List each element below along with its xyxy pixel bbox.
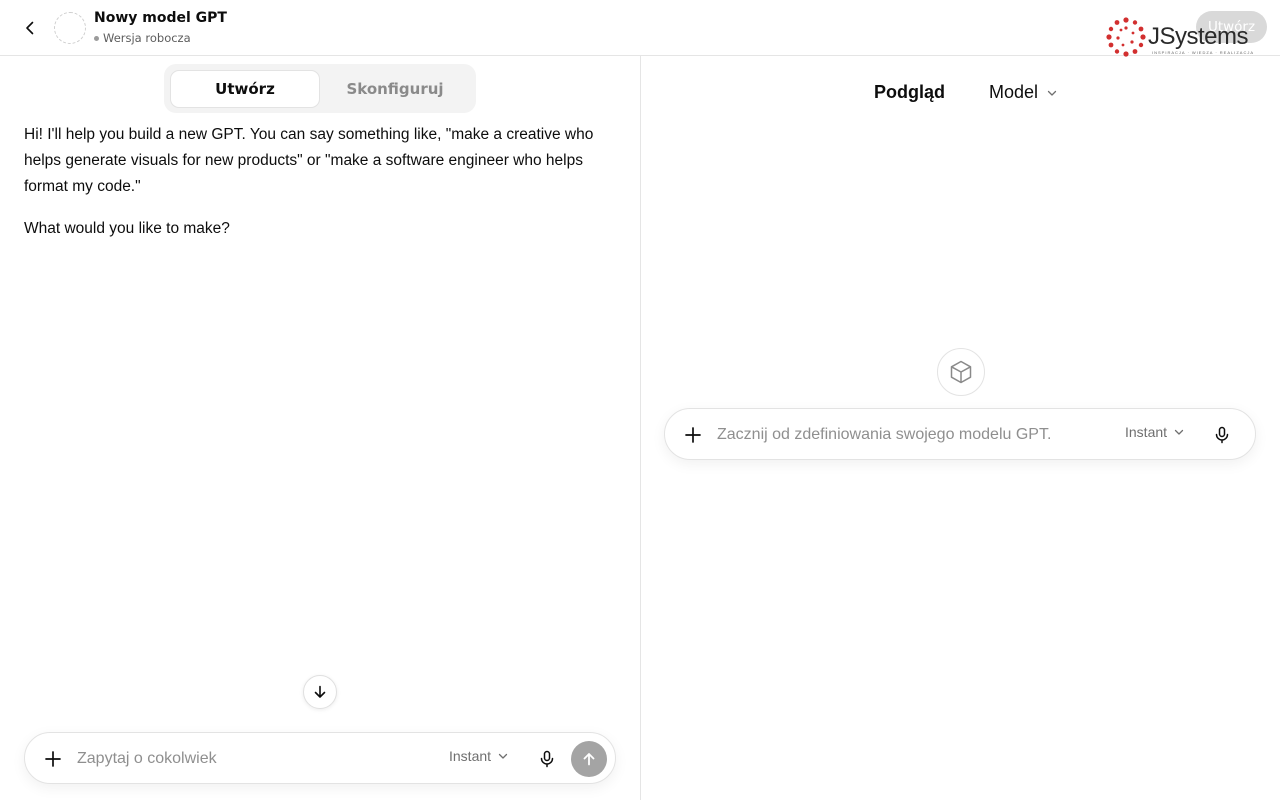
builder-composer: Instant <box>24 732 616 784</box>
arrow-up-icon <box>583 753 595 766</box>
builder-prompt-input[interactable] <box>77 747 437 771</box>
gpt-name: Nowy model GPT <box>94 10 227 26</box>
mic-icon <box>1215 426 1229 444</box>
arrow-down-icon <box>314 685 326 698</box>
create-gpt-button[interactable]: Utwórz <box>1196 11 1267 43</box>
plus-icon <box>45 751 61 767</box>
status-dot <box>94 35 99 41</box>
builder-mode-label: Instant <box>449 748 492 764</box>
model-select[interactable]: Model <box>989 82 1058 103</box>
preview-mode-label: Instant <box>1125 424 1168 440</box>
builder-message: Hi! I'll help you build a new GPT. You c… <box>24 122 624 242</box>
preview-mode-select[interactable]: Instant <box>1125 424 1185 440</box>
builder-message-intro: Hi! I'll help you build a new GPT. You c… <box>24 126 594 195</box>
attach-button[interactable] <box>41 747 65 771</box>
builder-tabs: Utwórz Skonfiguruj <box>164 64 476 113</box>
preview-attach-button[interactable] <box>681 423 705 447</box>
preview-composer: Instant <box>664 408 1256 460</box>
builder-voice-button[interactable] <box>535 747 559 771</box>
top-bar: Nowy model GPT Wersja robocza Utwórz <box>0 0 1280 56</box>
gpt-avatar-placeholder[interactable] <box>54 12 86 44</box>
preview-title: Podgląd <box>874 82 945 102</box>
chevron-down-icon <box>498 753 508 759</box>
model-select-label: Model <box>989 82 1039 102</box>
pane-divider <box>640 56 641 800</box>
builder-message-question: What would you like to make? <box>24 220 230 237</box>
preview-prompt-input[interactable] <box>717 423 1107 447</box>
plus-icon <box>685 427 701 443</box>
preview-voice-button[interactable] <box>1210 423 1234 447</box>
chevron-down-icon <box>1047 90 1057 96</box>
builder-mode-select[interactable]: Instant <box>449 748 509 764</box>
scroll-to-bottom-button[interactable] <box>303 675 337 709</box>
gpt-preview-avatar <box>937 348 985 396</box>
tab-configure[interactable]: Skonfiguruj <box>320 70 470 108</box>
send-button[interactable] <box>571 741 607 777</box>
chevron-down-icon <box>1174 429 1184 435</box>
back-button[interactable] <box>18 16 42 40</box>
draft-status-label: Wersja robocza <box>103 31 191 45</box>
draft-status: Wersja robocza <box>94 31 191 45</box>
chevron-left-icon <box>26 21 34 35</box>
cube-icon <box>950 360 972 384</box>
tab-create[interactable]: Utwórz <box>170 70 320 108</box>
mic-icon <box>540 750 554 768</box>
